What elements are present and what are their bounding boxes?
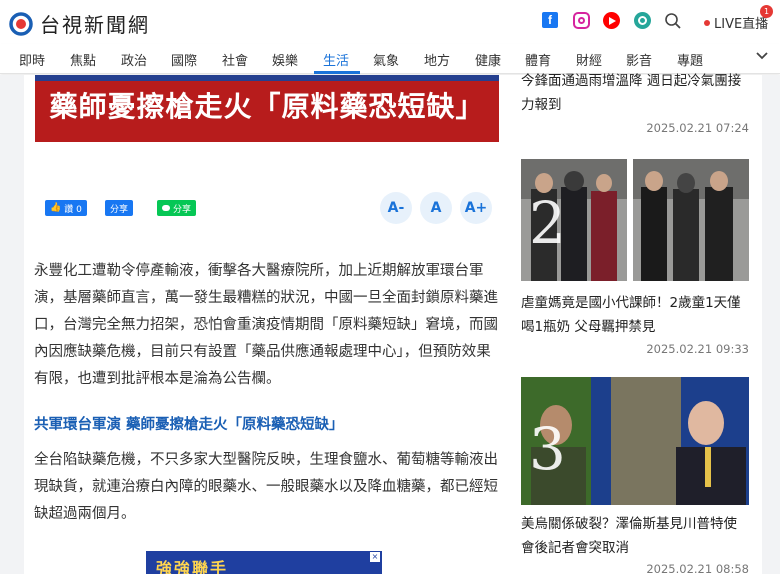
- font-increase-button[interactable]: A+: [460, 192, 492, 224]
- line-today-icon[interactable]: [634, 12, 651, 29]
- nav-item-health[interactable]: 健康: [475, 50, 501, 69]
- top-header: 台視新聞網 f LIVE直播 1: [0, 0, 780, 44]
- facebook-icon[interactable]: f: [542, 12, 558, 28]
- sidebar-item-1-line2: 力報到: [521, 97, 562, 113]
- site-logo[interactable]: 台視新聞網: [8, 9, 150, 38]
- rank-number: 3: [529, 415, 566, 483]
- line-icon: [162, 205, 170, 211]
- like-label: 讚 0: [64, 204, 82, 215]
- sidebar-item-3-date: 2025.02.21 08:58: [646, 562, 749, 574]
- brand-name: 台視新聞網: [40, 13, 150, 37]
- sidebar-item-1-line1: 今鋒面通過雨增溫降 週日起冷氣團接: [521, 73, 742, 89]
- search-icon[interactable]: [664, 12, 682, 30]
- sidebar-item-3-line1: 美烏關係破裂？澤倫斯基見川普特使: [521, 516, 737, 532]
- sidebar-item-2-line1: 虐童媽竟是國小代課師！2歲童1天僅: [521, 295, 741, 311]
- hero-caption: 藥師憂擦槍走火「原料藥恐短缺」: [49, 90, 485, 123]
- logo-icon: [8, 11, 34, 37]
- sidebar-item-3-thumbnail[interactable]: 3: [521, 377, 749, 505]
- live-dot-icon: [704, 19, 710, 26]
- nav-item-life[interactable]: 生活: [323, 50, 349, 69]
- sidebar-item-2-title[interactable]: 虐童媽竟是國小代課師！2歲童1天僅 喝1瓶奶 父母羈押禁見: [521, 291, 757, 339]
- sidebar-item-2-line2: 喝1瓶奶 父母羈押禁見: [521, 319, 656, 335]
- nav-item-finance[interactable]: 財經: [576, 50, 602, 69]
- ad-text: 強強聯手: [156, 559, 229, 574]
- sidebar-item-3-title[interactable]: 美烏關係破裂？澤倫斯基見川普特使 會後記者會突取消: [521, 512, 757, 560]
- live-label: LIVE直播: [714, 17, 769, 32]
- line-share-button[interactable]: 分享: [157, 200, 197, 216]
- facebook-like-button[interactable]: 👍 讚 0: [45, 200, 87, 216]
- nav-item-weather[interactable]: 氣象: [373, 50, 399, 69]
- article-column: 藥師憂擦槍走火「原料藥恐短缺」 👍 讚 0 分享 分享 A- A A+ 永豐化工…: [24, 75, 510, 574]
- rank-number: 2: [529, 189, 566, 257]
- nav-item-local[interactable]: 地方: [424, 50, 450, 69]
- nav-item-instant[interactable]: 即時: [19, 50, 45, 69]
- instagram-icon[interactable]: [573, 12, 590, 29]
- hero-image: 藥師憂擦槍走火「原料藥恐短缺」: [35, 75, 499, 142]
- live-link[interactable]: LIVE直播: [704, 13, 768, 32]
- page-body: 藥師憂擦槍走火「原料藥恐短缺」 👍 讚 0 分享 分享 A- A A+ 永豐化工…: [0, 73, 780, 574]
- nav-item-society[interactable]: 社會: [222, 50, 248, 69]
- sidebar-item-2-thumbnail[interactable]: 2: [521, 159, 749, 281]
- chevron-down-icon[interactable]: [755, 49, 769, 67]
- nav-active-indicator: [314, 71, 360, 74]
- live-badge: 1: [760, 5, 773, 18]
- line-share-label: 分享: [173, 204, 192, 215]
- article-paragraph-1: 永豐化工遭勒令停產輸液，衝擊各大醫療院所，加上近期解放軍環台軍演，基層藥師直言，…: [34, 263, 498, 387]
- nav-item-entertainment[interactable]: 娛樂: [272, 50, 298, 69]
- nav-item-sports[interactable]: 體育: [525, 50, 551, 69]
- share-label: 分享: [110, 204, 129, 215]
- sidebar-item-2-date: 2025.02.21 09:33: [646, 342, 749, 356]
- sidebar-item-1-date: 2025.02.21 07:24: [646, 121, 749, 135]
- ad-banner[interactable]: 強強聯手 ×: [146, 551, 382, 574]
- facebook-share-button[interactable]: 分享: [105, 200, 134, 216]
- sidebar-item-3-line2: 會後記者會突取消: [521, 540, 629, 556]
- article-paragraph-2: 全台陷缺藥危機，不只多家大型醫院反映，生理食鹽水、葡萄糖等輸液出現缺貨，就連治療…: [34, 452, 498, 522]
- nav-item-international[interactable]: 國際: [171, 50, 197, 69]
- hero-top-band: [35, 75, 499, 81]
- nav-item-politics[interactable]: 政治: [121, 50, 147, 69]
- sidebar-item-1-title[interactable]: 今鋒面通過雨增溫降 週日起冷氣團接 力報到: [521, 69, 757, 117]
- nav-item-special[interactable]: 專題: [677, 50, 703, 69]
- ad-close-icon[interactable]: ×: [370, 552, 380, 562]
- sidebar-popular: 今鋒面通過雨增溫降 週日起冷氣團接 力報到 2025.02.21 07:24 2…: [510, 73, 762, 574]
- font-normal-button[interactable]: A: [420, 192, 452, 224]
- font-decrease-button[interactable]: A-: [380, 192, 412, 224]
- article-subheading[interactable]: 共軍環台軍演 藥師憂擦槍走火「原料藥恐短缺」: [34, 413, 344, 434]
- nav-item-video[interactable]: 影音: [626, 50, 652, 69]
- thumbs-up-icon: 👍: [50, 203, 62, 213]
- nav-item-focus[interactable]: 焦點: [70, 50, 96, 69]
- youtube-icon[interactable]: [603, 12, 620, 29]
